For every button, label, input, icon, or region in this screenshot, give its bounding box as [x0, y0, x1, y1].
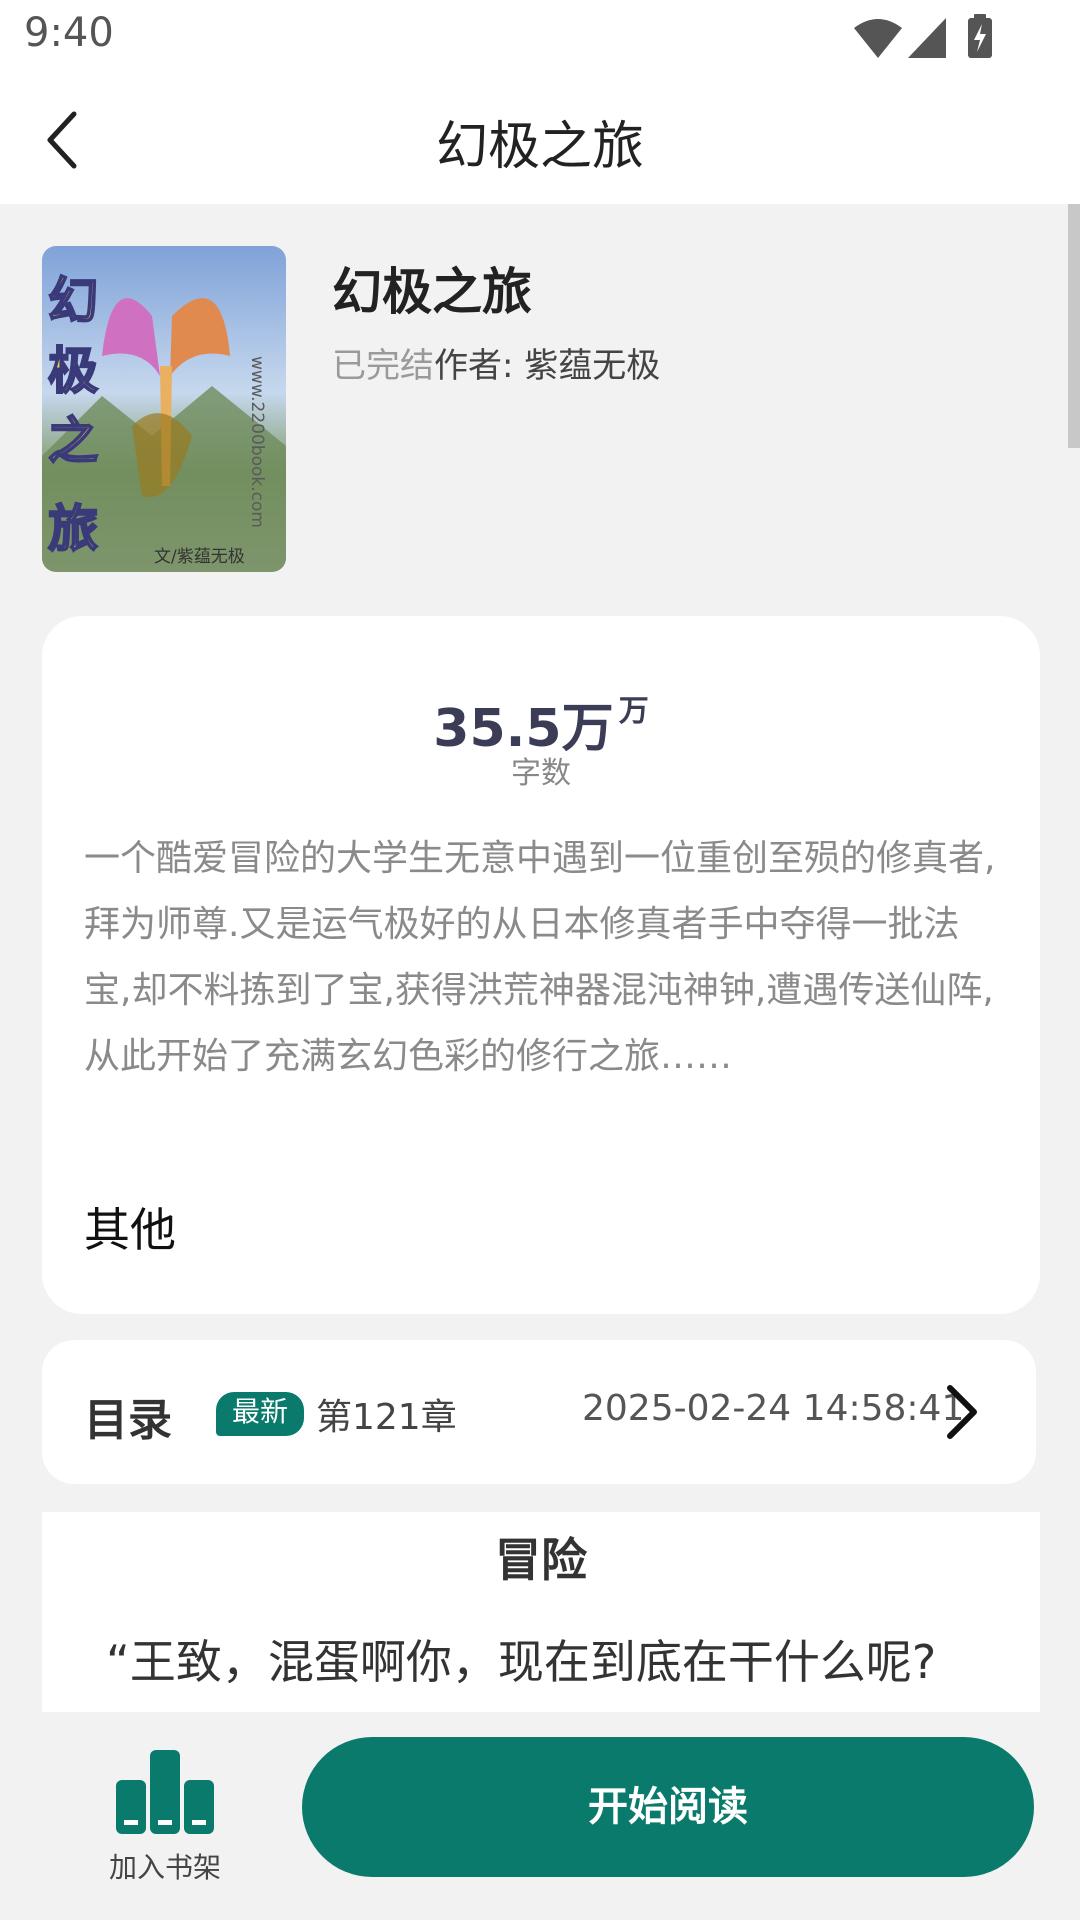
status-icons [854, 14, 992, 58]
cover-title-char: 之 [48, 411, 98, 470]
book-info-card: 35.5万 万 字数 一个酷爱冒险的大学生无意中遇到一位重创至殒的修真者,拜为师… [42, 616, 1040, 1314]
bottom-action-bar: 加入书架 开始阅读 [0, 1712, 1080, 1920]
book-author: 作者: 紫蕴无极 [434, 346, 661, 386]
word-count-unit: 万 [618, 694, 649, 729]
add-to-shelf-button[interactable]: 加入书架 [100, 1736, 230, 1884]
cover-title-char: 幻 [48, 271, 98, 330]
add-to-shelf-label: 加入书架 [108, 1851, 221, 1884]
toc-label: 目录 [84, 1395, 172, 1446]
preview-chapter-title: 冒险 [495, 1533, 587, 1587]
chapter-preview[interactable]: 冒险 “王致，混蛋啊你，现在到底在干什么呢? [42, 1512, 1040, 1712]
bookshelf-icon [116, 1750, 214, 1834]
word-count-label: 字数 [511, 756, 571, 791]
latest-chapter: 第121章 [316, 1397, 457, 1438]
book-title: 幻极之旅 [332, 263, 532, 321]
page-title: 幻极之旅 [435, 117, 644, 177]
preview-text: “王致，混蛋啊你，现在到底在干什么呢? [106, 1635, 937, 1689]
status-bar: 9:40 [0, 0, 1080, 72]
update-time: 2025-02-24 14:58:41 [582, 1388, 965, 1429]
book-meta: 已完结作者: 紫蕴无极 [332, 338, 660, 387]
book-synopsis: 一个酷爱冒险的大学生无意中遇到一位重创至殒的修真者,拜为师尊.又是运气极好的从日… [84, 838, 996, 1077]
cover-title-char: 极 [48, 341, 98, 400]
book-status: 已完结 [332, 346, 434, 386]
latest-badge: 最新 [216, 1392, 304, 1436]
cover-title-char: 旅 [48, 499, 98, 558]
wifi-icon [854, 19, 902, 58]
table-of-contents-row[interactable]: 目录 最新 第121章 2025-02-24 14:58:41 [42, 1340, 1036, 1484]
start-reading-button[interactable]: 开始阅读 [302, 1737, 1034, 1877]
book-category: 其他 [84, 1203, 176, 1257]
signal-icon [908, 18, 946, 58]
status-time: 9:40 [24, 10, 114, 56]
book-cover: 幻 极 之 旅 www.2200book.com 文/紫蕴无极 [42, 246, 286, 572]
cover-byline: 文/紫蕴无极 [154, 547, 245, 567]
battery-icon [968, 14, 992, 58]
chevron-right-icon [947, 1385, 977, 1439]
cover-site: www.2200book.com [247, 356, 267, 528]
scrollbar[interactable] [1068, 204, 1080, 448]
app-header: 幻极之旅 [0, 72, 1080, 204]
